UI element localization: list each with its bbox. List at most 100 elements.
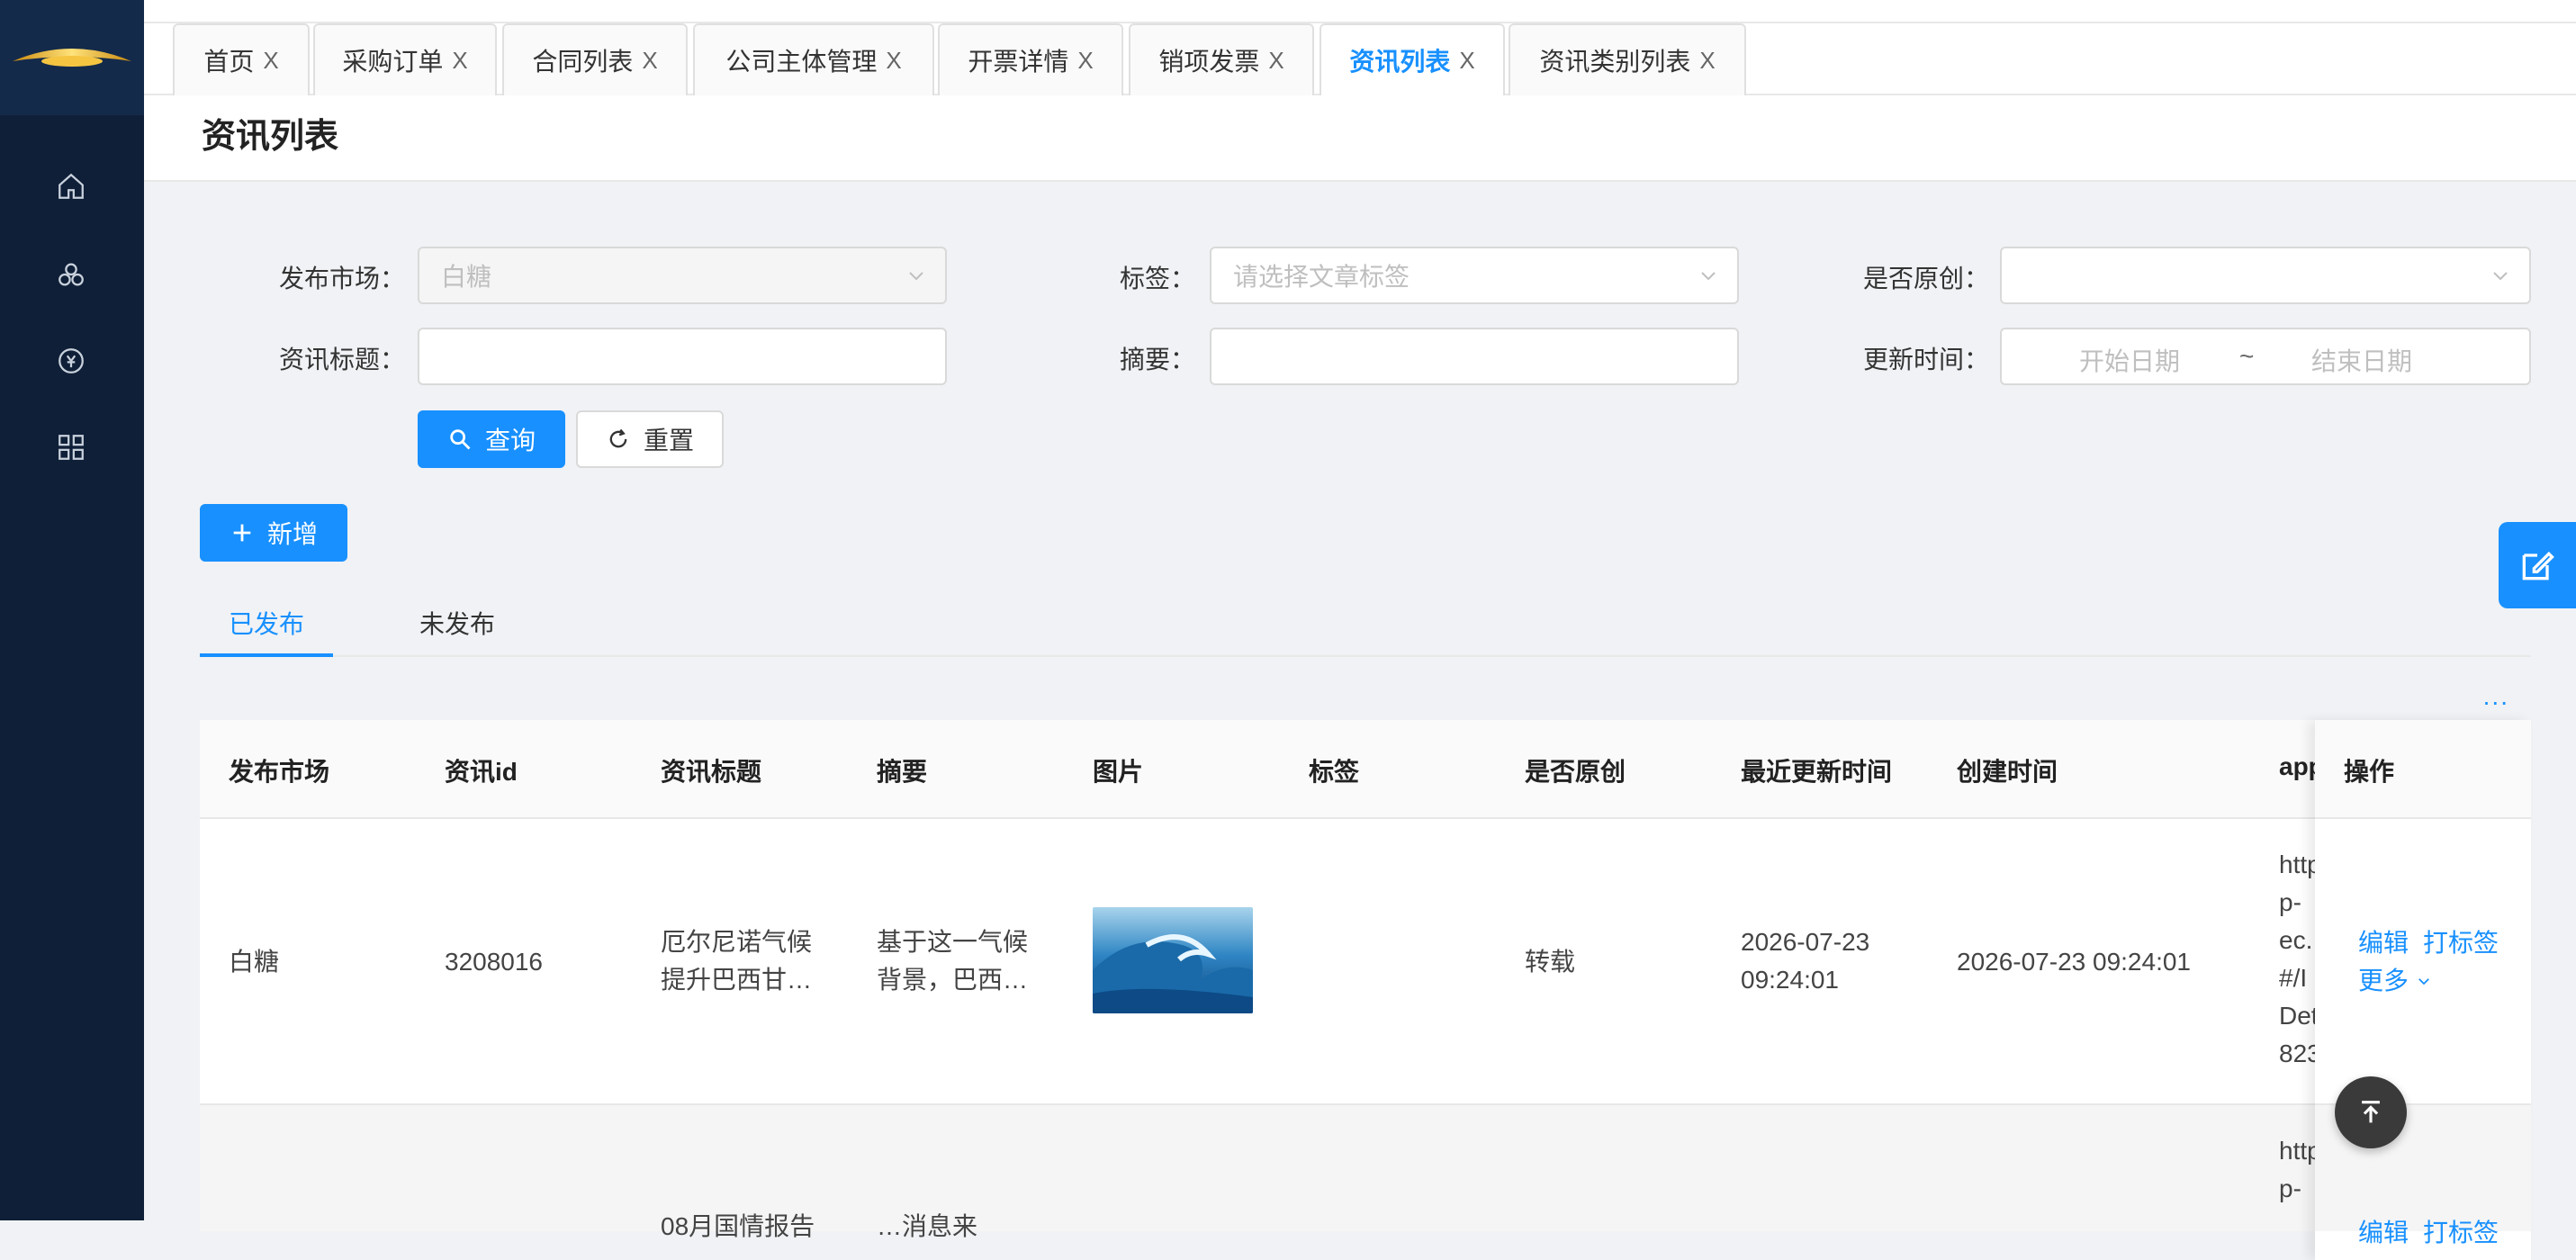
column-header-operations: 操作 <box>2315 720 2531 819</box>
cell-market: 白糖 <box>229 948 280 976</box>
news-thumbnail-image[interactable] <box>1093 907 1253 1013</box>
range-separator: ~ <box>2239 342 2255 370</box>
original-select[interactable] <box>2000 247 2531 304</box>
column-header: 创建时间 <box>1957 758 2058 786</box>
logo <box>0 0 144 115</box>
more-label: 更多 <box>2358 967 2409 994</box>
tag-select[interactable]: 请选择文章标签 <box>1210 247 1739 304</box>
column-header: 标签 <box>1309 758 1360 786</box>
title-bar: 资讯列表 <box>144 95 2576 182</box>
tab-published[interactable]: 已发布 <box>229 605 304 641</box>
news-title-input[interactable] <box>418 328 947 385</box>
tag-link[interactable]: 打标签 <box>2423 923 2499 959</box>
top-strip <box>144 0 2576 23</box>
reset-button[interactable]: 重置 <box>576 410 724 468</box>
tab-home[interactable]: 首页 X <box>173 23 310 95</box>
add-button[interactable]: 新增 <box>200 504 347 562</box>
reset-button-label: 重置 <box>643 427 694 454</box>
table-header: 发布市场 资讯id 资讯标题 摘要 图片 标签 是否原创 最近更新时间 创建时间… <box>200 720 2531 819</box>
home-icon[interactable] <box>50 166 92 207</box>
more-dropdown[interactable]: 更多 <box>2358 961 2432 997</box>
tab-unpublished[interactable]: 未发布 <box>419 605 495 641</box>
cell-title: 厄尔尼诺气候提升巴西甘… <box>661 928 813 994</box>
tab-company-entities[interactable]: 公司主体管理 X <box>693 23 934 95</box>
chevron-down-icon <box>1701 272 1716 281</box>
end-date-input[interactable]: 结束日期 <box>2311 342 2412 378</box>
close-icon[interactable]: X <box>886 47 901 75</box>
update-time-range[interactable]: 开始日期 ~ 结束日期 <box>2000 328 2531 385</box>
column-header: 资讯标题 <box>661 758 762 786</box>
close-icon[interactable]: X <box>452 47 467 75</box>
table-row[interactable]: 08月国情报告 …消息来 http p- <box>200 1105 2531 1240</box>
operations-column: 操作 编辑 打标签 更多 编辑 打标签 <box>2315 720 2531 1260</box>
app-link-line: ec. <box>2279 926 2313 954</box>
apps-grid-icon[interactable] <box>50 427 92 468</box>
tab-label: 资讯类别列表 <box>1539 48 1691 76</box>
cell-app-link: http p- ec. #/I Det 823 <box>2279 846 2315 1073</box>
update-time-label: 更新时间： <box>1862 346 1989 374</box>
chevron-down-icon <box>909 272 923 281</box>
edit-link[interactable]: 编辑 <box>2358 923 2409 959</box>
edit-icon <box>2522 551 2554 580</box>
tab-label: 首页 <box>203 48 255 76</box>
search-icon <box>450 429 471 450</box>
tab-label: 公司主体管理 <box>725 48 878 76</box>
summary-input[interactable] <box>1210 328 1739 385</box>
cell-app-link: http p- <box>2279 1132 2315 1208</box>
tab-news-categories[interactable]: 资讯类别列表 X <box>1509 23 1746 95</box>
tab-contracts[interactable]: 合同列表 X <box>502 23 688 95</box>
tab-purchase-orders[interactable]: 采购订单 X <box>313 23 497 95</box>
subtab-divider <box>200 655 2531 657</box>
app-link-line: http <box>2279 1137 2315 1165</box>
more-options-icon[interactable]: ... <box>2483 682 2509 711</box>
cell-updated: 2026-07-23 09:24:01 <box>1741 928 1870 994</box>
search-button[interactable]: 查询 <box>418 410 565 468</box>
app-link-line: p- <box>2279 888 2301 916</box>
finance-icon[interactable] <box>50 340 92 382</box>
tab-label: 销项发票 <box>1158 48 1260 76</box>
market-label: 发布市场： <box>278 265 405 292</box>
subtab-active-indicator <box>200 653 333 657</box>
tab-output-invoices[interactable]: 销项发票 X <box>1129 23 1314 95</box>
table-row[interactable]: 白糖 3208016 厄尔尼诺气候提升巴西甘… 基于这一气候背景，巴西… 转载 … <box>200 819 2531 1105</box>
market-select[interactable]: 白糖 <box>418 247 947 304</box>
app-link-line: Det <box>2279 1002 2315 1030</box>
operations-cell: 编辑 打标签 更多 <box>2315 819 2531 1105</box>
market-select-value: 白糖 <box>441 263 492 291</box>
close-icon[interactable]: X <box>1459 47 1474 75</box>
app-link-line: #/I <box>2279 964 2308 992</box>
close-icon[interactable]: X <box>1699 47 1715 75</box>
sidebar <box>0 0 144 1220</box>
chevron-down-icon <box>2418 978 2429 986</box>
back-to-top-button[interactable] <box>2335 1076 2407 1148</box>
tab-news-list[interactable]: 资讯列表 X <box>1320 23 1505 95</box>
app-link-line: 823 <box>2279 1040 2315 1067</box>
tab-invoice-details[interactable]: 开票详情 X <box>938 23 1123 95</box>
column-header: 是否原创 <box>1525 758 1626 786</box>
reload-icon <box>609 428 627 448</box>
cell-id: 3208016 <box>445 948 544 976</box>
app-link-line: http <box>2279 850 2315 878</box>
start-date-input[interactable]: 开始日期 <box>2079 342 2180 378</box>
plus-icon <box>233 524 251 542</box>
close-icon[interactable]: X <box>1077 47 1093 75</box>
close-icon[interactable]: X <box>263 47 278 75</box>
tab-bar: 首页 X 采购订单 X 合同列表 X 公司主体管理 X 开票详情 X 销项发票 X 资讯列表… <box>144 23 2576 95</box>
module-cubes-icon[interactable] <box>50 254 92 295</box>
close-icon[interactable]: X <box>1268 47 1283 75</box>
column-header: 摘要 <box>877 758 928 786</box>
summary-label: 摘要： <box>1119 346 1195 374</box>
search-button-label: 查询 <box>484 427 536 454</box>
edit-link[interactable]: 编辑 <box>2358 1213 2409 1249</box>
chevron-down-icon <box>2493 272 2508 281</box>
original-label: 是否原创： <box>1862 265 1989 292</box>
column-header: 资讯id <box>445 758 518 786</box>
close-icon[interactable]: X <box>642 47 657 75</box>
cell-title: 08月国情报告 <box>661 1212 815 1240</box>
floating-edit-button[interactable] <box>2499 522 2576 608</box>
tag-label: 标签： <box>1119 265 1195 292</box>
cell-summary: …消息来 <box>877 1212 978 1240</box>
tag-link[interactable]: 打标签 <box>2423 1213 2499 1249</box>
tag-select-placeholder: 请选择文章标签 <box>1233 263 1410 291</box>
column-header: 最近更新时间 <box>1741 758 1893 786</box>
